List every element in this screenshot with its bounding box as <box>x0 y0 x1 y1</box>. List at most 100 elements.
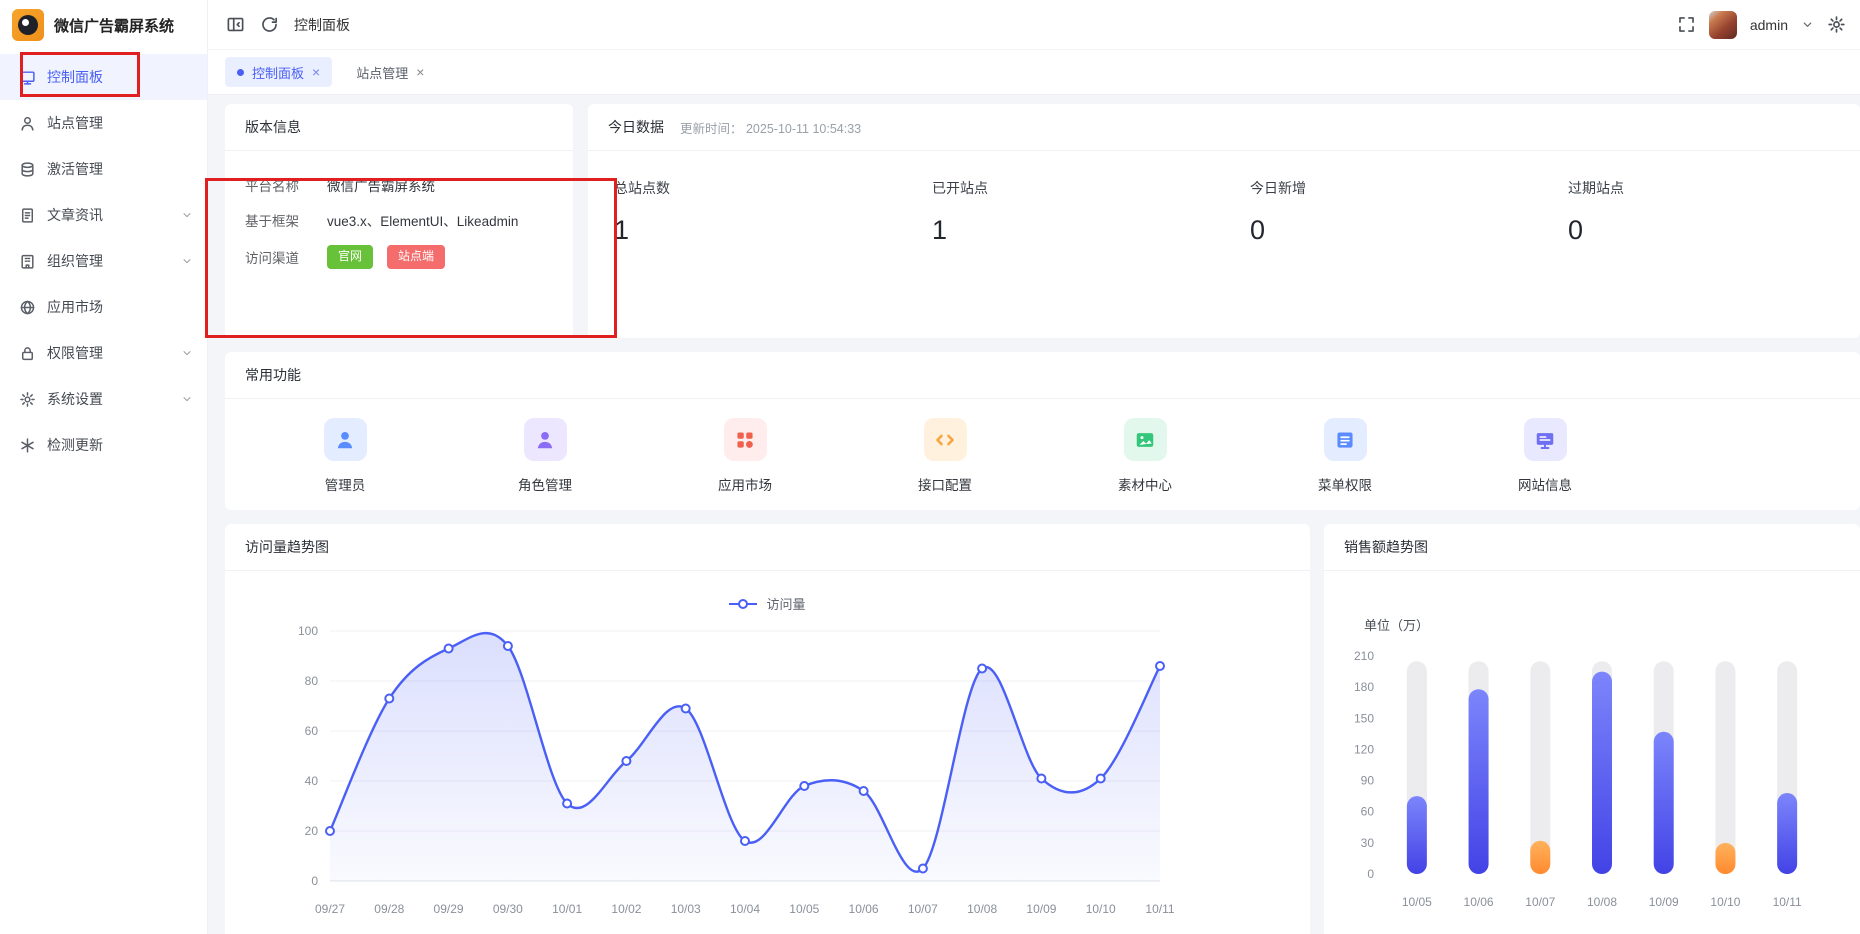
main-content: 版本信息 平台名称 微信广告霸屏系统 基于框架 vue3.x、ElementUI… <box>208 95 1860 934</box>
svg-text:10/04: 10/04 <box>730 902 760 916</box>
site-client-badge[interactable]: 站点端 <box>387 245 445 269</box>
sidebar-item-app-market[interactable]: 应用市场 <box>0 284 207 330</box>
version-row: 基于框架 vue3.x、ElementUI、Likeadmin <box>245 210 553 230</box>
sparkle-icon <box>19 437 36 454</box>
avatar[interactable] <box>1709 11 1737 39</box>
stat-label: 总站点数 <box>614 178 906 198</box>
legend-label: 访问量 <box>766 594 805 613</box>
app-logo-icon <box>12 9 44 41</box>
card-title: 销售额趋势图 <box>1324 524 1860 571</box>
market-icon <box>724 418 767 461</box>
tab-dashboard[interactable]: 控制面板 × <box>225 57 332 87</box>
card-title: 访问量趋势图 <box>225 524 1310 571</box>
user-icon <box>19 115 36 132</box>
chart-legend[interactable]: 访问量 <box>225 594 1310 613</box>
svg-text:09/30: 09/30 <box>493 902 523 916</box>
breadcrumb: 控制面板 <box>294 15 350 35</box>
svg-text:10/01: 10/01 <box>552 902 582 916</box>
svg-text:10/07: 10/07 <box>908 902 938 916</box>
svg-text:10/08: 10/08 <box>967 902 997 916</box>
svg-text:10/11: 10/11 <box>1145 902 1174 916</box>
sidebar-item-sites[interactable]: 站点管理 <box>0 100 207 146</box>
update-time: 更新时间： 2025-10-11 10:54:33 <box>680 118 861 137</box>
app-title: 微信广告霸屏系统 <box>54 15 174 36</box>
stat-value: 1 <box>614 215 906 246</box>
app-root: 微信广告霸屏系统 控制面板 站点管理 激活管理 文章资讯 组织管理 <box>0 0 1860 934</box>
svg-text:210: 210 <box>1354 649 1374 663</box>
fn-label: 网站信息 <box>1518 474 1572 494</box>
sidebar-item-label: 激活管理 <box>47 159 103 179</box>
close-icon[interactable]: × <box>312 65 320 79</box>
role-icon <box>524 418 567 461</box>
svg-text:20: 20 <box>305 824 319 838</box>
visits-line-chart: 02040608010009/2709/2809/2909/3010/0110/… <box>225 617 1310 932</box>
stat-new-today: 今日新增 0 <box>1224 178 1542 246</box>
fn-admin[interactable]: 管理员 <box>245 418 445 494</box>
gear-icon[interactable] <box>1827 15 1846 34</box>
sidebar-item-dashboard[interactable]: 控制面板 <box>0 54 207 100</box>
svg-text:10/05: 10/05 <box>789 902 819 916</box>
fn-api-config[interactable]: 接口配置 <box>845 418 1045 494</box>
official-site-badge[interactable]: 官网 <box>327 245 373 269</box>
active-tab-dot-icon <box>237 69 244 76</box>
sidebar-item-label: 站点管理 <box>47 113 103 133</box>
stat-value: 0 <box>1250 215 1542 246</box>
fn-roles[interactable]: 角色管理 <box>445 418 645 494</box>
common-functions-card: 常用功能 管理员 角色管理 应用市场 接口配置 <box>225 352 1860 510</box>
coins-icon <box>19 161 36 178</box>
row-label: 访问渠道 <box>245 247 327 267</box>
fn-app-market[interactable]: 应用市场 <box>645 418 845 494</box>
fn-label: 角色管理 <box>518 474 572 494</box>
card-title: 版本信息 <box>225 104 573 151</box>
visits-trend-card: 访问量趋势图 访问量 02040608010009/2709/2809/2909… <box>225 524 1310 934</box>
sidebar-item-activation[interactable]: 激活管理 <box>0 146 207 192</box>
stat-value: 0 <box>1568 215 1860 246</box>
card-title: 今日数据 <box>608 117 664 137</box>
sidebar: 微信广告霸屏系统 控制面板 站点管理 激活管理 文章资讯 组织管理 <box>0 0 208 934</box>
fn-menu-permission[interactable]: 菜单权限 <box>1245 418 1445 494</box>
close-icon[interactable]: × <box>416 65 424 79</box>
line-legend-marker-icon <box>729 598 757 610</box>
stat-open-sites: 已开站点 1 <box>906 178 1224 246</box>
refresh-icon[interactable] <box>260 15 279 34</box>
sidebar-item-settings[interactable]: 系统设置 <box>0 376 207 422</box>
chevron-down-icon[interactable] <box>1801 18 1814 31</box>
svg-text:10/06: 10/06 <box>1464 895 1494 909</box>
panel-toggle-icon[interactable] <box>226 15 245 34</box>
stat-total-sites: 总站点数 1 <box>588 178 906 246</box>
eye-logo-icon <box>18 15 38 35</box>
row-value: 微信广告霸屏系统 <box>327 175 435 195</box>
tab-site-management[interactable]: 站点管理 × <box>344 57 436 87</box>
fn-site-info[interactable]: 网站信息 <box>1445 418 1645 494</box>
sales-trend-card: 销售额趋势图 单位（万） 030609012015018021010/0510/… <box>1324 524 1860 934</box>
site-info-icon <box>1524 418 1567 461</box>
fullscreen-icon[interactable] <box>1677 15 1696 34</box>
svg-text:09/28: 09/28 <box>374 902 404 916</box>
sidebar-item-label: 应用市场 <box>47 297 103 317</box>
sidebar-item-label: 检测更新 <box>47 435 103 455</box>
svg-text:60: 60 <box>305 724 319 738</box>
sidebar-item-check-update[interactable]: 检测更新 <box>0 422 207 468</box>
svg-text:90: 90 <box>1361 774 1375 788</box>
svg-text:10/09: 10/09 <box>1026 902 1056 916</box>
fn-label: 应用市场 <box>718 474 772 494</box>
today-data-card: 今日数据 更新时间： 2025-10-11 10:54:33 总站点数 1 已开… <box>588 104 1860 338</box>
sidebar-item-permissions[interactable]: 权限管理 <box>0 330 207 376</box>
unit-label: 单位（万） <box>1364 615 1860 634</box>
sidebar-item-articles[interactable]: 文章资讯 <box>0 192 207 238</box>
row-label: 基于框架 <box>245 210 327 230</box>
svg-text:60: 60 <box>1361 805 1375 819</box>
svg-text:10/10: 10/10 <box>1086 902 1116 916</box>
sidebar-item-organization[interactable]: 组织管理 <box>0 238 207 284</box>
fn-material-center[interactable]: 素材中心 <box>1045 418 1245 494</box>
stat-label: 今日新增 <box>1250 178 1542 198</box>
card-title: 常用功能 <box>225 352 1860 399</box>
version-row: 访问渠道 官网 站点端 <box>245 245 553 269</box>
svg-text:10/05: 10/05 <box>1402 895 1432 909</box>
username[interactable]: admin <box>1750 17 1788 33</box>
sidebar-item-label: 权限管理 <box>47 343 103 363</box>
row-value: vue3.x、ElementUI、Likeadmin <box>327 210 518 230</box>
chevron-down-icon <box>181 209 193 221</box>
chevron-down-icon <box>181 255 193 267</box>
chevron-down-icon <box>181 347 193 359</box>
